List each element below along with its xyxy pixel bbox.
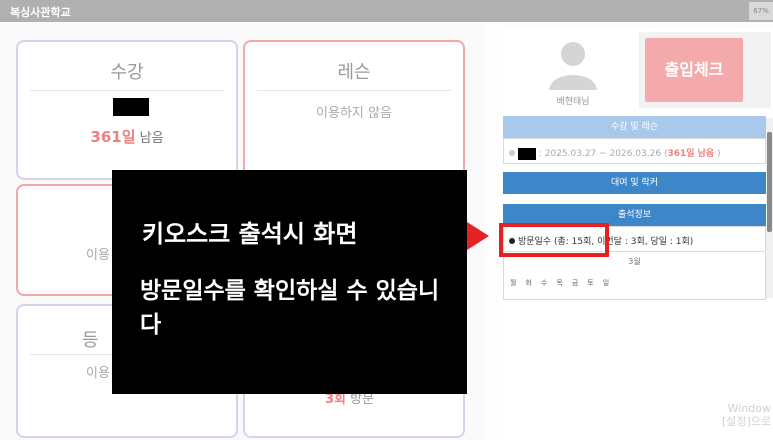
- redacted-box: [518, 147, 536, 160]
- overlay-line-1: 키오스크 출석시 화면: [142, 220, 358, 248]
- weekday-label: 토: [587, 279, 594, 287]
- arrow-right-icon: [467, 222, 489, 250]
- user-name: 배현태님: [556, 97, 590, 107]
- annotation-overlay: 키오스크 출석시 화면 방문일수를 확인하실 수 있습니다: [112, 170, 467, 394]
- scrollbar-thumb[interactable]: [767, 132, 772, 232]
- course-lesson-row: : 2025.03.27 ~ 2026.03.26 (361일 남음 ): [503, 138, 766, 164]
- watermark-line-1: Window: [727, 402, 771, 415]
- remaining-days: 361일: [90, 128, 136, 146]
- rental-locker-header[interactable]: 대여 및 락커: [503, 172, 766, 194]
- period-suffix: ): [714, 149, 721, 159]
- user-avatar-icon: [549, 42, 597, 90]
- course-remaining: 361일 남음: [18, 126, 236, 147]
- attendance-calendar: 3월 월화수목금토일: [503, 252, 766, 300]
- calendar-month: 3월: [628, 257, 641, 266]
- weekday-label: 수: [540, 279, 548, 287]
- title-bar: 복싱사관학교 67%: [0, 0, 773, 22]
- weekday-label: 화: [525, 279, 532, 287]
- checkin-button[interactable]: 출입체크: [645, 38, 743, 102]
- course-card[interactable]: 수강 361일 남음: [16, 40, 238, 180]
- course-lesson-header[interactable]: 수강 및 레슨: [503, 116, 766, 138]
- right-panel-scrollbar[interactable]: [766, 118, 773, 298]
- highlight-box: [499, 223, 609, 257]
- visit-count-suffix: 방문: [346, 392, 375, 407]
- visit-count-value: 3회: [325, 392, 347, 407]
- overlay-line-2: 방문일수를 확인하실 수 있습니다: [140, 278, 440, 338]
- watermark-line-2: [설정]으로: [721, 415, 771, 428]
- zoom-level: 67%: [749, 2, 773, 20]
- weekday-label: 일: [602, 279, 610, 287]
- lesson-card-title: 레슨: [337, 62, 371, 83]
- weekday-label: 월: [510, 279, 517, 287]
- period-days: 361일 남음: [667, 149, 715, 159]
- course-card-title: 수강: [110, 62, 144, 83]
- remaining-suffix: 남음: [135, 131, 164, 146]
- redacted-box: [113, 98, 149, 116]
- activation-watermark: Window [설정]으로: [722, 402, 771, 428]
- period-prefix: : 2025.03.27 ~ 2026.03.26 (: [536, 149, 668, 159]
- divider: [257, 90, 451, 91]
- lesson-card-note: 이용하지 않음: [316, 106, 392, 121]
- divider: [30, 90, 224, 91]
- weekday-label: 금: [571, 279, 579, 287]
- app-title: 복싱사관학교: [10, 6, 71, 19]
- calendar-weekdays: 월화수목금토일: [510, 278, 609, 288]
- bullet-icon: [509, 150, 515, 156]
- lesson-card[interactable]: 레슨 이용하지 않음: [243, 40, 465, 180]
- weekday-label: 목: [556, 279, 563, 287]
